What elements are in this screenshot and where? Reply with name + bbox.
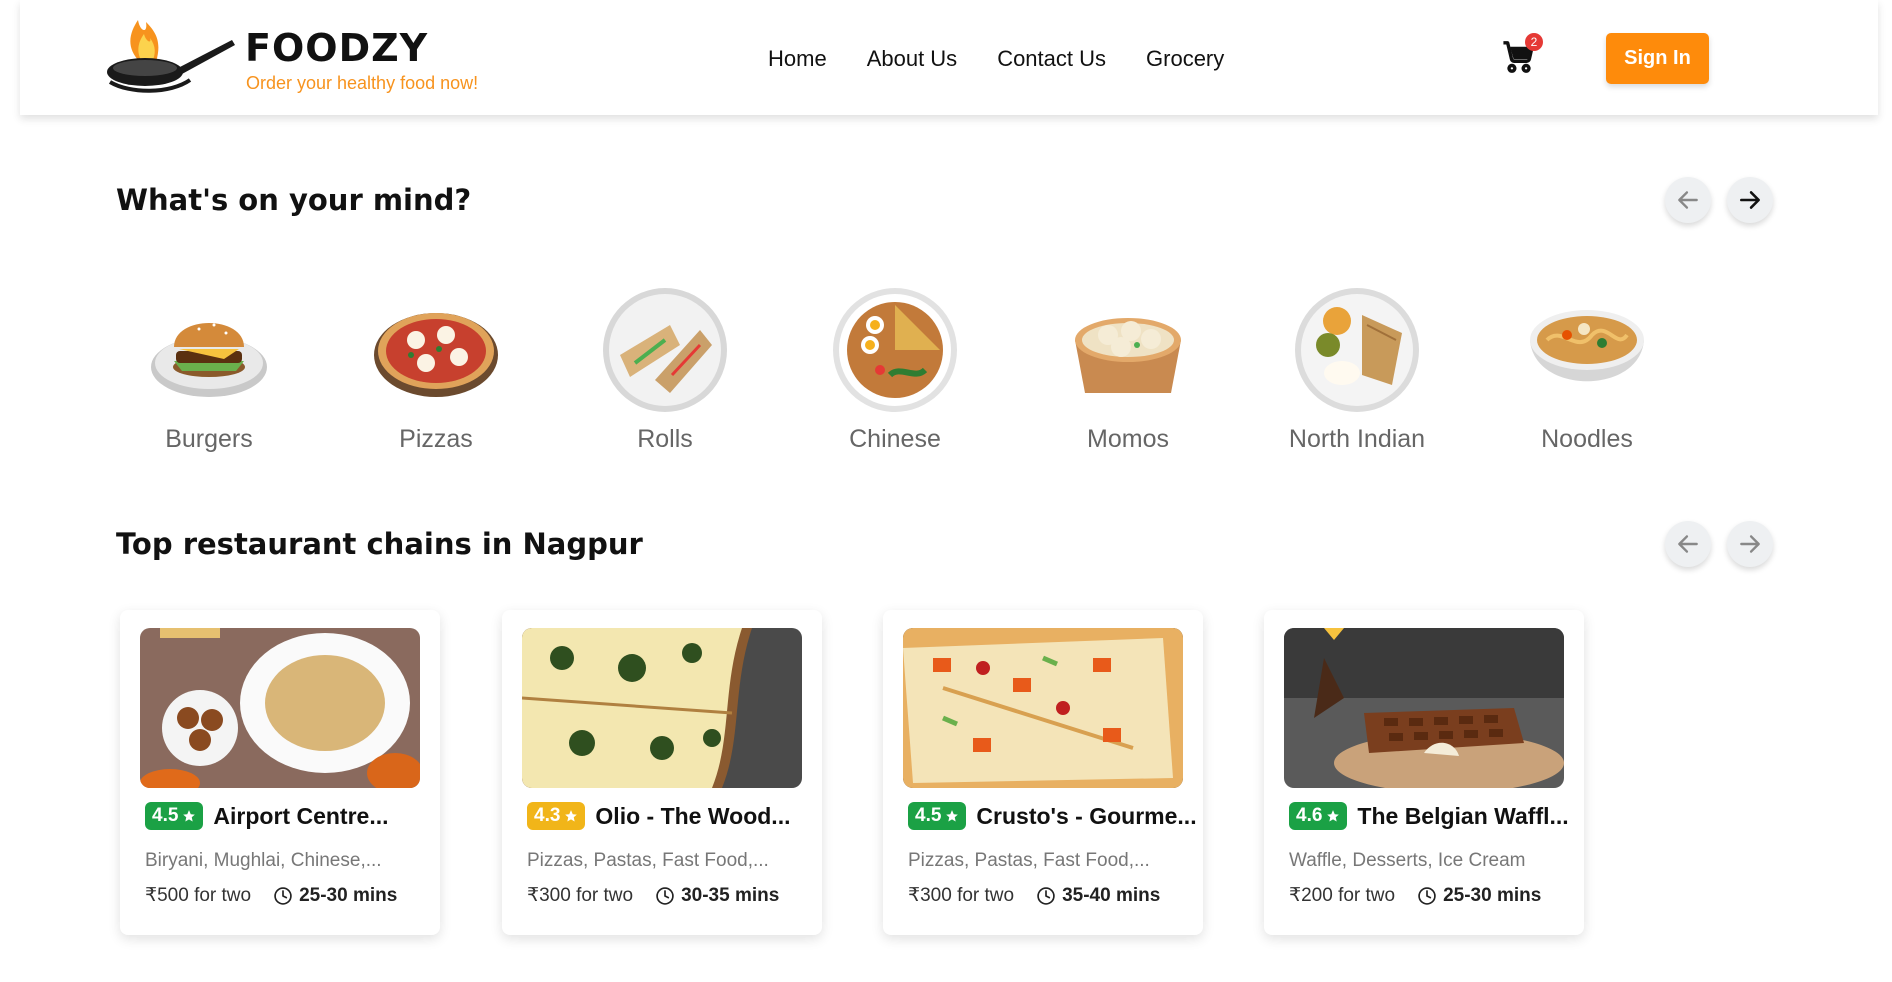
restaurant-cuisine: Waffle, Desserts, Ice Cream	[1289, 850, 1526, 871]
restaurant-image	[140, 628, 420, 788]
category-label: Chinese	[849, 425, 941, 453]
restaurant-image	[903, 628, 1183, 788]
chinese-icon	[833, 288, 957, 412]
nav-grocery[interactable]: Grocery	[1146, 46, 1224, 72]
restaurant-cuisine: Pizzas, Pastas, Fast Food,...	[908, 850, 1150, 871]
delivery-time: 25-30 mins	[273, 885, 397, 907]
category-chinese[interactable]: Chinese	[805, 285, 985, 454]
delivery-time: 35-40 mins	[1036, 885, 1160, 907]
restaurant-name[interactable]: Crusto's - Gourme...	[976, 803, 1196, 830]
arrow-right-icon	[1740, 191, 1760, 209]
star-icon	[183, 810, 196, 822]
section-title-mind: What's on your mind?	[116, 183, 472, 217]
category-momos[interactable]: Momos	[1038, 285, 1218, 454]
brand-tagline: Order your healthy food now!	[246, 73, 479, 93]
category-label: Momos	[1087, 425, 1169, 453]
sign-in-button[interactable]: Sign In	[1606, 33, 1709, 84]
cart-count-badge: 2	[1525, 33, 1543, 51]
thali-icon	[1295, 288, 1419, 412]
price-for-two: ₹300 for two	[527, 885, 634, 906]
mind-prev-button[interactable]	[1665, 177, 1711, 223]
clock-icon	[1418, 886, 1436, 905]
restaurant-card[interactable]: 4.5 Crusto's - Gourme... Pizzas, Pastas,…	[883, 610, 1203, 935]
category-north-indian[interactable]: North Indian	[1267, 285, 1447, 454]
restaurant-name[interactable]: The Belgian Waffl...	[1357, 803, 1568, 830]
star-icon	[946, 810, 959, 822]
restaurant-card[interactable]: 4.3 Olio - The Wood... Pizzas, Pastas, F…	[502, 610, 822, 935]
burger-icon	[151, 323, 267, 397]
category-label: Pizzas	[399, 425, 473, 453]
chains-prev-button[interactable]	[1665, 521, 1711, 567]
logo-icon[interactable]	[100, 12, 240, 102]
section-title-chains: Top restaurant chains in Nagpur	[116, 527, 643, 561]
price-for-two: ₹500 for two	[145, 885, 252, 906]
delivery-time: 30-35 mins	[655, 885, 779, 907]
category-label: Rolls	[637, 425, 693, 453]
restaurant-image	[1284, 628, 1564, 788]
restaurant-cuisine: Biryani, Mughlai, Chinese,...	[145, 850, 382, 871]
arrow-left-icon	[1678, 535, 1698, 553]
noodles-icon	[1530, 310, 1644, 382]
nav-contact-us[interactable]: Contact Us	[997, 46, 1106, 72]
restaurant-name[interactable]: Airport Centre...	[213, 803, 388, 830]
rating-badge: 4.5	[145, 802, 204, 830]
nav-about-us[interactable]: About Us	[867, 46, 958, 72]
price-for-two: ₹300 for two	[908, 885, 1015, 906]
category-burgers[interactable]: Burgers	[119, 285, 299, 454]
nav-home[interactable]: Home	[768, 46, 827, 72]
rating-badge: 4.6	[1289, 802, 1348, 830]
delivery-time: 25-30 mins	[1417, 885, 1541, 907]
mind-next-button[interactable]	[1727, 177, 1773, 223]
star-icon	[565, 810, 578, 822]
price-for-two: ₹200 for two	[1289, 885, 1396, 906]
star-icon	[1327, 810, 1340, 822]
rating-badge: 4.5	[908, 802, 967, 830]
category-rolls[interactable]: Rolls	[575, 285, 755, 454]
restaurant-image	[522, 628, 802, 788]
arrow-left-icon	[1678, 191, 1698, 209]
brand-name: FOODZY	[245, 26, 429, 70]
rating-badge: 4.3	[527, 802, 586, 830]
pizza-icon	[374, 313, 498, 397]
clock-icon	[274, 886, 292, 905]
restaurant-cuisine: Pizzas, Pastas, Fast Food,...	[527, 850, 769, 871]
category-label: Burgers	[165, 425, 253, 453]
category-noodles[interactable]: Noodles	[1497, 285, 1677, 454]
chains-next-button[interactable]	[1727, 521, 1773, 567]
arrow-right-icon	[1740, 535, 1760, 553]
category-label: North Indian	[1288, 425, 1426, 453]
restaurant-name[interactable]: Olio - The Wood...	[595, 803, 790, 830]
restaurant-card[interactable]: 4.6 The Belgian Waffl... Waffle, Dessert…	[1264, 610, 1584, 935]
main-nav: Home About Us Contact Us Grocery	[768, 46, 1224, 72]
category-label: Noodles	[1541, 425, 1633, 453]
clock-icon	[1037, 886, 1055, 905]
restaurant-card[interactable]: 4.5 Airport Centre... Biryani, Mughlai, …	[120, 610, 440, 935]
clock-icon	[656, 886, 674, 905]
momos-icon	[1075, 318, 1181, 393]
category-pizzas[interactable]: Pizzas	[346, 285, 526, 454]
rolls-icon	[603, 288, 727, 412]
